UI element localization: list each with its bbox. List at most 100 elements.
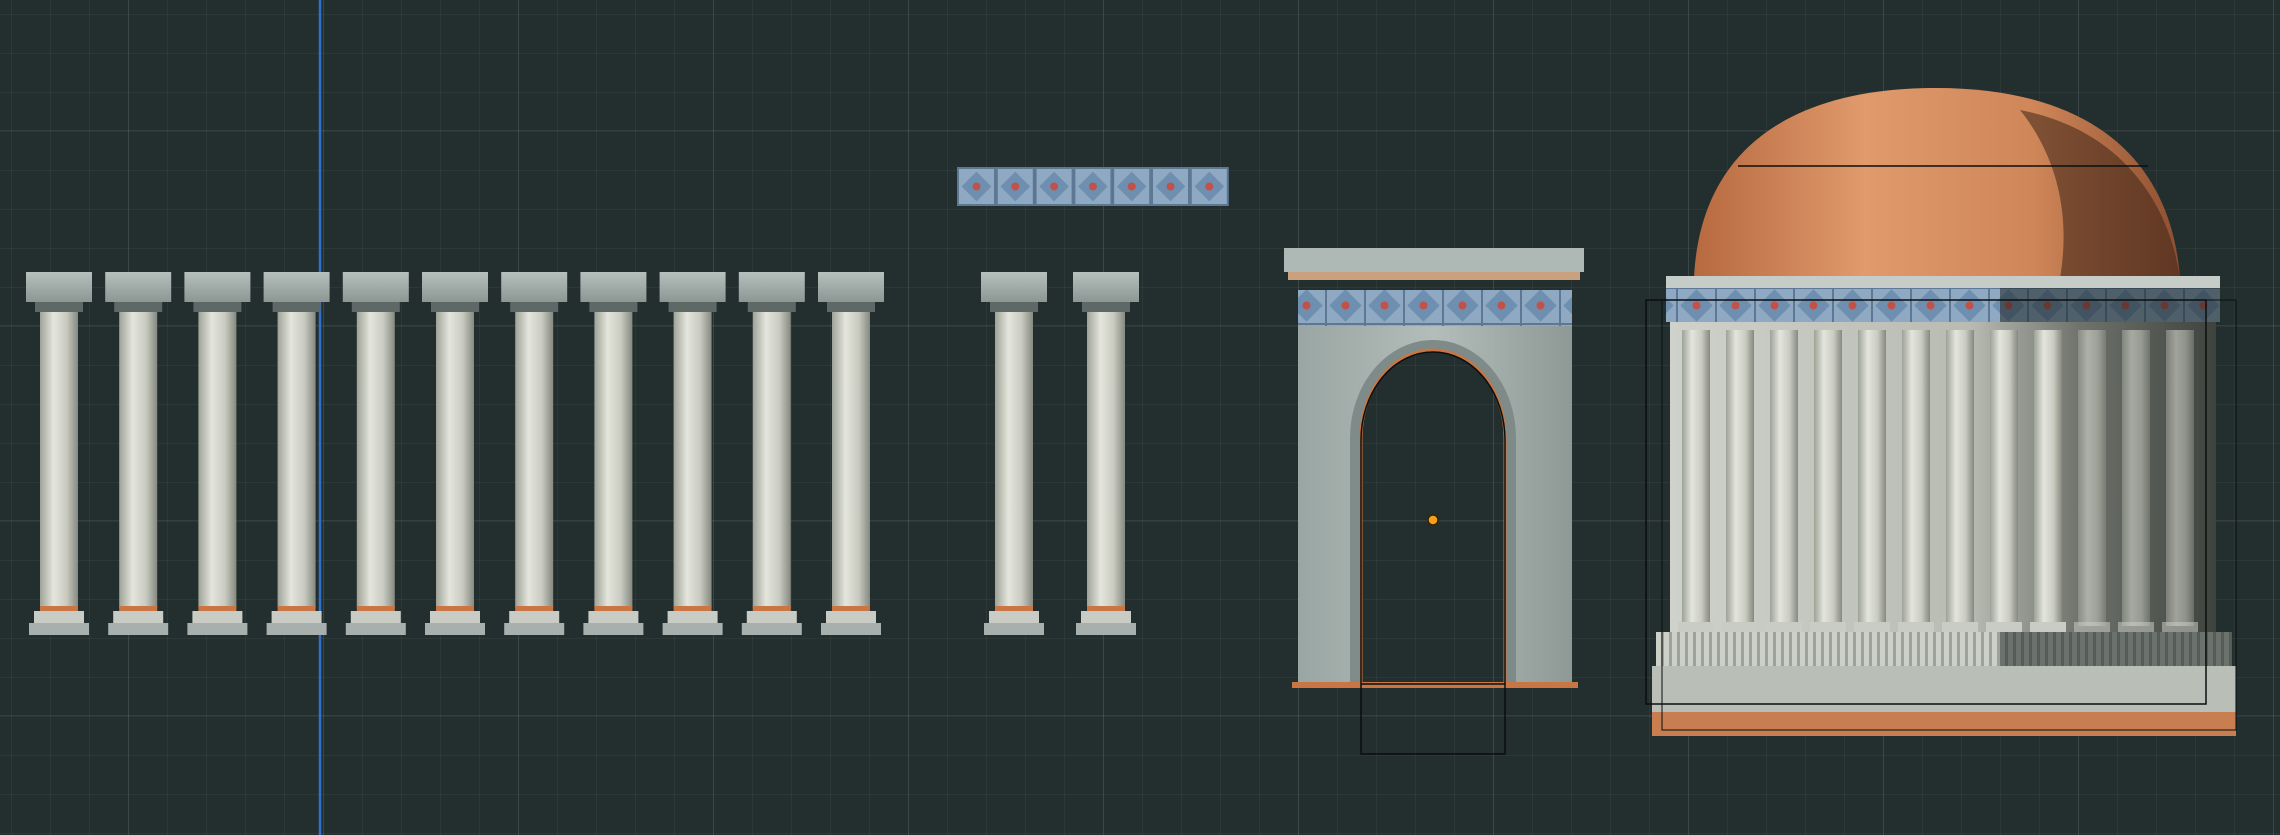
column-shaft: [436, 312, 474, 608]
column-echinus: [193, 302, 242, 312]
column-echinus: [272, 302, 321, 312]
arch-dentils: [1288, 272, 1580, 280]
frieze-tile: [995, 167, 1035, 206]
column-1[interactable]: [26, 272, 92, 635]
column-9[interactable]: [659, 272, 726, 635]
column-capital: [981, 272, 1047, 302]
frieze-tile: [1151, 167, 1190, 206]
arch-frieze-band: [1298, 290, 1572, 326]
column-capital: [184, 272, 251, 302]
column-base: [826, 611, 876, 623]
column-echinus: [827, 302, 875, 312]
column-2[interactable]: [105, 272, 172, 635]
column-echinus: [35, 302, 83, 312]
column-12[interactable]: [981, 272, 1047, 635]
origin-dot[interactable]: [1427, 514, 1439, 526]
frieze-tile: [1034, 167, 1074, 206]
3d-viewport[interactable]: front orthographic: [0, 0, 2280, 835]
scene-canvas[interactable]: [0, 0, 2280, 835]
column-shaft: [752, 312, 791, 608]
column-trim: [673, 606, 712, 611]
column-trim: [594, 606, 633, 611]
column-shaft: [995, 312, 1033, 608]
column-trim: [995, 606, 1033, 611]
column-7[interactable]: [501, 272, 568, 635]
column-base: [667, 611, 718, 623]
column-capital: [738, 272, 805, 302]
column-capital: [263, 272, 330, 302]
tile-frieze[interactable]: [957, 167, 1229, 206]
frieze-tile: [1189, 167, 1229, 206]
column-11[interactable]: [818, 272, 884, 635]
column-6[interactable]: [422, 272, 488, 635]
temple-column: [2118, 330, 2154, 632]
column-8[interactable]: [580, 272, 647, 635]
column-plinth: [583, 623, 644, 635]
column-trim: [1087, 606, 1125, 611]
column-capital: [818, 272, 884, 302]
temple-column: [1986, 330, 2022, 632]
column-trim: [119, 606, 158, 611]
temple-column: [1942, 330, 1978, 632]
column-trim: [832, 606, 870, 611]
column-13[interactable]: [1073, 272, 1139, 635]
column-echinus: [351, 302, 400, 312]
temple-frieze-shadow: [2000, 288, 2220, 322]
column-capital: [422, 272, 488, 302]
door-wireframe: [1360, 351, 1506, 755]
column-shaft: [594, 312, 633, 608]
temple-column: [2074, 330, 2110, 632]
temple-column: [1810, 330, 1846, 632]
column-shaft: [673, 312, 712, 608]
column-shaft: [198, 312, 237, 608]
column-capital: [659, 272, 726, 302]
column-plinth: [984, 623, 1044, 635]
column-echinus: [668, 302, 717, 312]
temple-plinth: [1652, 666, 2236, 712]
column-base: [989, 611, 1039, 623]
column-capital: [342, 272, 409, 302]
column-base: [1081, 611, 1131, 623]
frieze-tile: [1112, 167, 1152, 206]
column-plinth: [821, 623, 881, 635]
column-plinth: [345, 623, 406, 635]
temple-column: [2030, 330, 2066, 632]
column-base: [34, 611, 84, 623]
column-trim: [515, 606, 554, 611]
column-echinus: [510, 302, 559, 312]
column-shaft: [515, 312, 554, 608]
column-trim: [40, 606, 78, 611]
column-base: [746, 611, 797, 623]
column-shaft: [356, 312, 395, 608]
column-base: [271, 611, 322, 623]
column-echinus: [1082, 302, 1130, 312]
temple-column: [1722, 330, 1758, 632]
column-echinus: [990, 302, 1038, 312]
column-plinth: [425, 623, 485, 635]
column-capital: [501, 272, 568, 302]
column-echinus: [747, 302, 796, 312]
columns-group[interactable]: [26, 272, 1139, 635]
column-capital: [1073, 272, 1139, 302]
column-plinth: [266, 623, 327, 635]
column-5[interactable]: [342, 272, 409, 635]
column-plinth: [187, 623, 248, 635]
arched-doorway[interactable]: [1284, 248, 1584, 755]
column-plinth: [662, 623, 723, 635]
column-capital: [26, 272, 92, 302]
column-capital: [580, 272, 647, 302]
column-echinus: [431, 302, 479, 312]
column-plinth: [108, 623, 169, 635]
column-capital: [105, 272, 172, 302]
domed-temple[interactable]: [1645, 88, 2237, 736]
arch-base-trim: [1292, 682, 1578, 688]
column-plinth: [1076, 623, 1136, 635]
column-10[interactable]: [738, 272, 805, 635]
column-3[interactable]: [184, 272, 251, 635]
column-shaft: [832, 312, 870, 608]
column-base: [430, 611, 480, 623]
column-trim: [198, 606, 237, 611]
column-trim: [436, 606, 474, 611]
column-shaft: [1087, 312, 1125, 608]
column-plinth: [504, 623, 565, 635]
